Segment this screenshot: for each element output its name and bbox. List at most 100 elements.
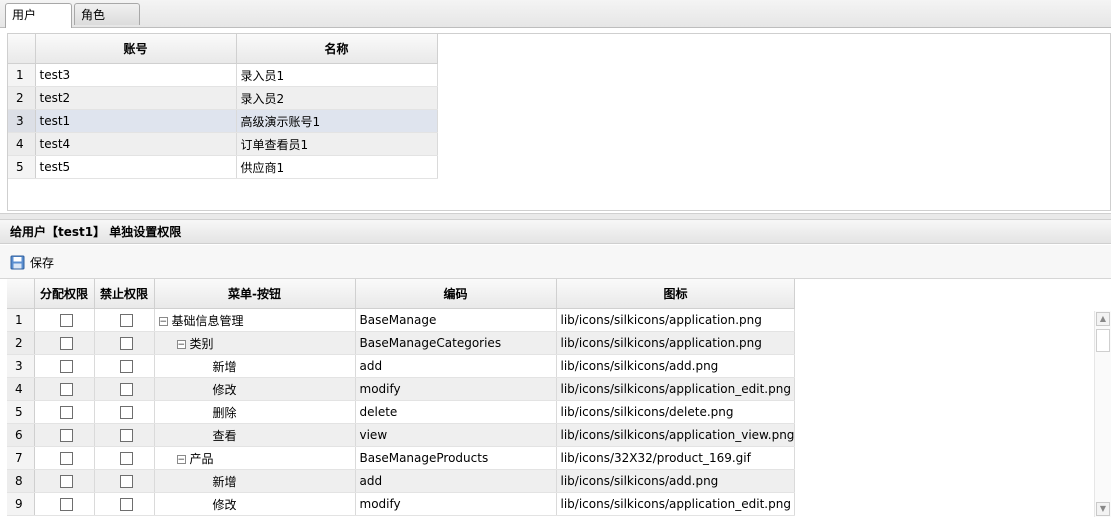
deny-checkbox[interactable] xyxy=(119,429,133,442)
cell-code[interactable]: BaseManageProducts xyxy=(355,446,557,470)
table-row[interactable]: 9 修改 modify lib/icons/silkicons/application… xyxy=(7,492,796,516)
table-row[interactable]: 2 − 类别 BaseManageCategories lib/icons/silkic… xyxy=(7,331,796,355)
deny-checkbox[interactable] xyxy=(119,383,133,396)
row-number: 6 xyxy=(7,423,35,447)
cell-icon-path[interactable]: lib/icons/silkicons/application_view.png xyxy=(556,423,796,447)
table-row[interactable]: 8 新增 add lib/icons/silkicons/add.png xyxy=(7,469,796,493)
cell-code[interactable]: view xyxy=(355,423,557,447)
cell-icon-path[interactable]: lib/icons/silkicons/application_edit.png xyxy=(556,377,796,401)
cell-assign xyxy=(34,423,95,447)
cell-code[interactable]: modify xyxy=(355,492,557,516)
cell-account[interactable]: test3 xyxy=(35,63,237,87)
table-row[interactable]: 5 test5 供应商1 xyxy=(8,155,438,179)
cell-code[interactable]: add xyxy=(355,469,557,493)
column-header-assign[interactable]: 分配权限 xyxy=(34,279,95,309)
cell-deny xyxy=(94,469,155,493)
assign-checkbox[interactable] xyxy=(59,429,73,442)
assign-checkbox[interactable] xyxy=(59,406,73,419)
tab-users[interactable]: 用户 xyxy=(5,3,72,28)
cell-code[interactable]: BaseManageCategories xyxy=(355,331,557,355)
cell-deny xyxy=(94,377,155,401)
cell-icon-path[interactable]: lib/icons/silkicons/application.png xyxy=(556,331,796,355)
column-header-code[interactable]: 编码 xyxy=(355,279,557,309)
cell-icon-path[interactable]: lib/icons/silkicons/add.png xyxy=(556,469,796,493)
cell-icon-path[interactable]: lib/icons/silkicons/application.png xyxy=(556,308,796,332)
cell-account[interactable]: test4 xyxy=(35,132,237,156)
column-header-account[interactable]: 账号 xyxy=(35,34,237,64)
cell-name[interactable]: 高级演示账号1 xyxy=(236,109,438,133)
row-number: 3 xyxy=(7,354,35,378)
assign-checkbox[interactable] xyxy=(59,498,73,511)
table-row[interactable]: 1 test3 录入员1 xyxy=(8,63,438,87)
row-number: 8 xyxy=(7,469,35,493)
cell-code[interactable]: delete xyxy=(355,400,557,424)
cell-name[interactable]: 订单查看员1 xyxy=(236,132,438,156)
column-header-deny[interactable]: 禁止权限 xyxy=(94,279,155,309)
cell-account[interactable]: test2 xyxy=(35,86,237,110)
tab-roles[interactable]: 角色 xyxy=(74,3,140,25)
column-header-icon[interactable]: 图标 xyxy=(556,279,796,309)
panel-splitter[interactable] xyxy=(0,213,1111,220)
vertical-scrollbar[interactable]: ▲ ▼ xyxy=(1094,311,1111,517)
row-number: 2 xyxy=(7,331,35,355)
save-button[interactable]: 保存 xyxy=(10,254,54,272)
cell-menu[interactable]: 删除 xyxy=(154,400,356,424)
cell-menu[interactable]: 新增 xyxy=(154,469,356,493)
cell-code[interactable]: add xyxy=(355,354,557,378)
minus-box-icon[interactable]: − xyxy=(176,454,186,464)
cell-menu[interactable]: − 类别 xyxy=(154,331,356,355)
arrow-up-icon[interactable]: ▲ xyxy=(1096,312,1110,326)
scrollbar-thumb[interactable] xyxy=(1096,329,1110,352)
arrow-down-icon[interactable]: ▼ xyxy=(1096,502,1110,516)
table-row[interactable]: 4 修改 modify lib/icons/silkicons/application… xyxy=(7,377,796,401)
assign-checkbox[interactable] xyxy=(59,452,73,465)
deny-checkbox[interactable] xyxy=(119,360,133,373)
assign-checkbox[interactable] xyxy=(59,337,73,350)
table-row[interactable]: 1− 基础信息管理 BaseManage lib/icons/silkicons/ap… xyxy=(7,308,796,332)
cell-code[interactable]: modify xyxy=(355,377,557,401)
cell-menu[interactable]: − 基础信息管理 xyxy=(154,308,356,332)
cell-code[interactable]: BaseManage xyxy=(355,308,557,332)
column-header-name[interactable]: 名称 xyxy=(236,34,438,64)
cell-account[interactable]: test1 xyxy=(35,109,237,133)
cell-menu[interactable]: 新增 xyxy=(154,354,356,378)
deny-checkbox[interactable] xyxy=(119,452,133,465)
minus-box-icon[interactable]: − xyxy=(176,339,186,349)
column-header-menu-button[interactable]: 菜单-按钮 xyxy=(154,279,356,309)
table-row[interactable]: 3 新增 add lib/icons/silkicons/add.png xyxy=(7,354,796,378)
deny-checkbox[interactable] xyxy=(119,498,133,511)
table-row[interactable]: 7− 产品 BaseManageProducts lib/icons/32X32/pr… xyxy=(7,446,796,470)
table-row[interactable]: 3 test1 高级演示账号1 xyxy=(8,109,438,133)
cell-icon-path[interactable]: lib/icons/silkicons/delete.png xyxy=(556,400,796,424)
deny-checkbox[interactable] xyxy=(119,406,133,419)
row-number: 2 xyxy=(8,86,36,110)
assign-checkbox[interactable] xyxy=(59,314,73,327)
cell-account[interactable]: test5 xyxy=(35,155,237,179)
menu-label: 新增 xyxy=(212,359,237,374)
cell-icon-path[interactable]: lib/icons/silkicons/application_edit.png xyxy=(556,492,796,516)
table-row[interactable]: 5 删除 delete lib/icons/silkicons/delete.png xyxy=(7,400,796,424)
cell-menu[interactable]: − 产品 xyxy=(154,446,356,470)
deny-checkbox[interactable] xyxy=(119,475,133,488)
cell-name[interactable]: 录入员2 xyxy=(236,86,438,110)
row-number-header xyxy=(7,279,35,309)
cell-name[interactable]: 供应商1 xyxy=(236,155,438,179)
cell-name[interactable]: 录入员1 xyxy=(236,63,438,87)
cell-assign xyxy=(34,308,95,332)
cell-menu[interactable]: 修改 xyxy=(154,492,356,516)
table-row[interactable]: 4 test4 订单查看员1 xyxy=(8,132,438,156)
cell-menu[interactable]: 修改 xyxy=(154,377,356,401)
cell-assign xyxy=(34,331,95,355)
minus-box-icon[interactable]: − xyxy=(158,316,168,326)
assign-checkbox[interactable] xyxy=(59,475,73,488)
assign-checkbox[interactable] xyxy=(59,360,73,373)
table-row[interactable]: 2 test2 录入员2 xyxy=(8,86,438,110)
deny-checkbox[interactable] xyxy=(119,337,133,350)
cell-menu[interactable]: 查看 xyxy=(154,423,356,447)
deny-checkbox[interactable] xyxy=(119,314,133,327)
cell-icon-path[interactable]: lib/icons/silkicons/add.png xyxy=(556,354,796,378)
table-row[interactable]: 6 查看 view lib/icons/silkicons/application_v… xyxy=(7,423,796,447)
cell-deny xyxy=(94,308,155,332)
assign-checkbox[interactable] xyxy=(59,383,73,396)
cell-icon-path[interactable]: lib/icons/32X32/product_169.gif xyxy=(556,446,796,470)
